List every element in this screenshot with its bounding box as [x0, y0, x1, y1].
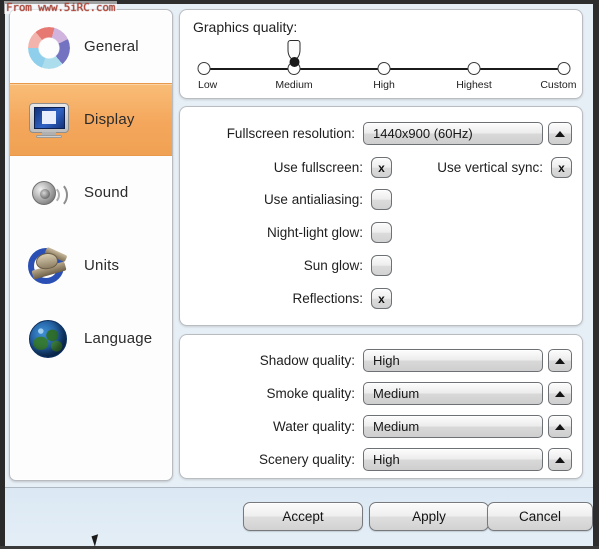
shadow-quality-select[interactable]: High: [363, 349, 543, 372]
row-sun-glow: Sun glow:: [180, 255, 392, 276]
row-use-fullscreen: Use fullscreen: x: [180, 157, 392, 178]
graphics-quality-title: Graphics quality:: [193, 19, 298, 35]
sidebar-item-display[interactable]: Display: [10, 83, 172, 156]
slider-tick-highest[interactable]: [467, 62, 481, 75]
graphics-quality-group: Graphics quality: Low Medium High Highes…: [179, 9, 583, 99]
sidebar-item-sound[interactable]: Sound: [10, 156, 172, 229]
row-water-quality: Water quality: Medium: [180, 415, 572, 438]
sidebar-item-label: Units: [84, 257, 120, 274]
water-quality-value: Medium: [373, 419, 420, 434]
sidebar-nav: General Display Sound Units Language: [9, 9, 173, 481]
smoke-quality-select[interactable]: Medium: [363, 382, 543, 405]
row-reflections: Reflections: x: [180, 288, 392, 309]
triangle-up-icon[interactable]: [548, 415, 572, 438]
general-wheel-icon: [20, 19, 76, 75]
slider-label-low: Low: [198, 79, 218, 91]
speaker-icon: [20, 165, 76, 221]
triangle-up-icon[interactable]: [548, 448, 572, 471]
shadow-quality-value: High: [373, 353, 400, 368]
use-fullscreen-checkbox[interactable]: x: [371, 157, 392, 178]
use-antialiasing-checkbox[interactable]: [371, 189, 392, 210]
settings-window: From www.5iRC.com General Display Sound …: [0, 0, 599, 549]
triangle-up-icon[interactable]: [548, 122, 572, 145]
sidebar-item-language[interactable]: Language: [10, 302, 172, 375]
triangle-up-icon[interactable]: [548, 382, 572, 405]
graphics-quality-slider[interactable]: Low Medium High Highest Custom: [197, 40, 577, 91]
row-use-antialiasing: Use antialiasing:: [180, 189, 392, 210]
sidebar-item-label: General: [84, 38, 139, 55]
sidebar-item-units[interactable]: Units: [10, 229, 172, 302]
scenery-quality-value: High: [373, 452, 400, 467]
use-antialiasing-label: Use antialiasing:: [263, 192, 363, 207]
fullscreen-resolution-label: Fullscreen resolution:: [226, 126, 355, 141]
mouse-cursor-icon: [91, 534, 102, 547]
slider-tick-custom[interactable]: [557, 62, 571, 75]
use-vertical-sync-label: Use vertical sync:: [437, 160, 543, 175]
display-options-group: Fullscreen resolution: 1440x900 (60Hz) U…: [179, 106, 583, 326]
row-night-light-glow: Night-light glow:: [180, 222, 392, 243]
sidebar-item-label: Sound: [84, 184, 129, 201]
water-quality-select[interactable]: Medium: [363, 415, 543, 438]
monitor-icon: [20, 92, 76, 148]
watermark-text: From www.5iRC.com: [4, 1, 118, 14]
reflections-label: Reflections:: [292, 291, 363, 306]
row-fullscreen-resolution: Fullscreen resolution: 1440x900 (60Hz): [180, 122, 572, 145]
accept-button[interactable]: Accept: [243, 502, 363, 531]
fullscreen-resolution-value: 1440x900 (60Hz): [373, 126, 473, 141]
globe-icon: [20, 311, 76, 367]
slider-tick-high[interactable]: [377, 62, 391, 75]
night-light-glow-checkbox[interactable]: [371, 222, 392, 243]
cancel-button[interactable]: Cancel: [487, 502, 593, 531]
shadow-quality-label: Shadow quality:: [259, 353, 355, 368]
use-fullscreen-label: Use fullscreen:: [273, 160, 363, 175]
detail-quality-group: Shadow quality: High Smoke quality: Medi…: [179, 334, 583, 479]
slider-handle[interactable]: [287, 40, 302, 70]
sidebar-item-label: Language: [84, 330, 153, 347]
slider-tick-low[interactable]: [197, 62, 211, 75]
window-frame-right: [593, 0, 599, 549]
row-shadow-quality: Shadow quality: High: [180, 349, 572, 372]
slider-label-highest: Highest: [456, 79, 492, 91]
night-light-glow-label: Night-light glow:: [266, 225, 363, 240]
row-use-vertical-sync: Use vertical sync: x: [396, 157, 572, 178]
sidebar-item-label: Display: [84, 111, 135, 128]
smoke-quality-value: Medium: [373, 386, 420, 401]
scenery-quality-select[interactable]: High: [363, 448, 543, 471]
sun-glow-checkbox[interactable]: [371, 255, 392, 276]
smoke-quality-label: Smoke quality:: [266, 386, 355, 401]
settings-content: Graphics quality: Low Medium High Highes…: [179, 9, 583, 479]
row-smoke-quality: Smoke quality: Medium: [180, 382, 572, 405]
slider-label-custom: Custom: [540, 79, 577, 91]
sextant-icon: [20, 238, 76, 294]
row-scenery-quality: Scenery quality: High: [180, 448, 572, 471]
slider-label-medium: Medium: [275, 79, 313, 91]
reflections-checkbox[interactable]: x: [371, 288, 392, 309]
triangle-up-icon[interactable]: [548, 349, 572, 372]
use-vertical-sync-checkbox[interactable]: x: [551, 157, 572, 178]
apply-button[interactable]: Apply: [369, 502, 489, 531]
fullscreen-resolution-select[interactable]: 1440x900 (60Hz): [363, 122, 543, 145]
dialog-footer: Accept Apply Cancel: [5, 487, 593, 547]
sidebar-item-general[interactable]: General: [10, 10, 172, 83]
slider-label-high: High: [373, 79, 395, 91]
scenery-quality-label: Scenery quality:: [258, 452, 355, 467]
sun-glow-label: Sun glow:: [303, 258, 363, 273]
water-quality-label: Water quality:: [272, 419, 355, 434]
